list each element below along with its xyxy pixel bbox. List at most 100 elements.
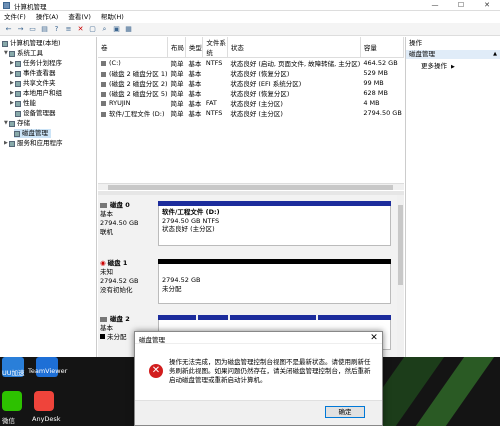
cell-text: 状态良好 (启动, 页面文件, 故障转储, 主分区) <box>230 60 361 68</box>
tree-services[interactable]: ▶ 服务和应用程序 <box>4 139 63 148</box>
table-cell: 状态良好 (恢复分区) <box>227 88 360 98</box>
window-controls: — ☐ ✕ <box>422 0 500 11</box>
users-icon <box>15 90 21 97</box>
folder-icon <box>15 80 21 87</box>
menu-view[interactable]: 查看(V) <box>68 12 91 23</box>
dialog-title-bar: 磁盘管理 ✕ <box>135 332 382 344</box>
column-header[interactable]: 状态 <box>227 37 361 58</box>
table-cell: NTFS <box>203 58 227 69</box>
scrollbar-thumb[interactable] <box>398 205 403 285</box>
rescan-icon[interactable]: ▣ <box>112 25 121 34</box>
volume-list: 卷布局 类型 文件系统 状态 容量 (C:) 简单 基本 NTFS 状态良好 (启动, 页面文件… <box>98 37 405 187</box>
anydesk-icon[interactable] <box>34 391 54 411</box>
cell-text: 简单 <box>170 60 184 68</box>
horizontal-scrollbar[interactable] <box>98 183 404 190</box>
volume-table: 卷布局 类型 文件系统 状态 容量 (C:) 简单 基本 NTFS 状态良好 (启动, 页面文件… <box>98 37 405 118</box>
maximize-icon[interactable]: ☐ <box>448 0 474 11</box>
actions-more[interactable]: 更多操作 ▶ <box>421 62 455 72</box>
tree-system-tools[interactable]: ▼ 系统工具 <box>4 49 43 58</box>
tree-performance[interactable]: ▶ 性能 <box>10 99 36 108</box>
vertical-scrollbar[interactable] <box>397 195 404 357</box>
tools-icon <box>9 50 15 57</box>
cell-text: 简单 <box>170 90 184 98</box>
column-header[interactable]: 文件系统 <box>202 37 228 58</box>
tree-device-manager[interactable]: 设备管理器 <box>15 109 56 118</box>
list-icon[interactable]: ≡ <box>64 25 73 34</box>
chevron-right-icon: ▶ <box>451 64 455 70</box>
table-cell: 简单 <box>168 78 186 88</box>
window-title: 计算机管理 <box>14 3 47 11</box>
forward-icon[interactable]: → <box>16 25 25 34</box>
menu-action[interactable]: 操作(A) <box>36 12 59 23</box>
cell-text: 464.52 GB <box>363 59 398 67</box>
table-row[interactable]: (磁盘 2 磁盘分区 2) 简单 基本 状态良好 (EFI 系统分区) 99 MB <box>98 78 404 88</box>
desktop-label-uu: UU加速 <box>2 369 25 377</box>
unallocated-space[interactable]: 2794.52 GB 未分配 <box>158 264 391 304</box>
tree-event-viewer[interactable]: ▶ 事件查看器 <box>10 69 56 78</box>
ok-button[interactable]: 确定 <box>325 406 365 418</box>
column-header[interactable]: 容量 <box>360 37 405 58</box>
cell-text: 99 MB <box>363 79 384 87</box>
back-icon[interactable]: ← <box>4 25 13 34</box>
disk-1-label[interactable]: ◉ 磁盘 1 未知 2794.52 GB 没有初始化 <box>100 259 155 295</box>
tree-local-users[interactable]: ▶ 本地用户和组 <box>10 89 62 98</box>
table-cell: 基本 <box>185 88 202 98</box>
warning-icon: ◉ <box>100 259 106 267</box>
table-cell: 464.52 GB <box>360 58 403 69</box>
folder-icon[interactable]: ▭ <box>28 25 37 34</box>
table-cell <box>203 88 227 98</box>
column-header[interactable]: 类型 <box>185 37 204 58</box>
open-icon[interactable]: ▢ <box>88 25 97 34</box>
menu-help[interactable]: 帮助(H) <box>101 12 124 23</box>
disk-0-label[interactable]: 磁盘 0 基本 2794.50 GB 联机 <box>100 201 155 237</box>
minimize-icon[interactable]: — <box>422 0 448 11</box>
table-cell: 简单 <box>168 88 186 98</box>
column-header[interactable]: 卷 <box>98 37 169 58</box>
help-icon[interactable]: ? <box>52 25 61 34</box>
menu-bar: 文件(F) 操作(A) 查看(V) 帮助(H) <box>0 12 500 23</box>
search-icon[interactable]: ⌕ <box>100 25 109 34</box>
volume-icon <box>101 91 106 97</box>
close-icon[interactable]: ✕ <box>474 0 500 11</box>
partition-d[interactable]: 软件/工程文件 (D:) 2794.50 GB NTFS 状态良好 (主分区) <box>158 206 391 246</box>
menu-file[interactable]: 文件(F) <box>4 12 26 23</box>
chevron-up-icon: ▲ <box>493 51 497 57</box>
table-row[interactable]: (磁盘 2 磁盘分区 1) 简单 基本 状态良好 (恢复分区) 529 MB <box>98 68 404 78</box>
table-row[interactable]: (C:) 简单 基本 NTFS 状态良好 (启动, 页面文件, 故障转储, 主分区) 46… <box>98 58 404 69</box>
table-row[interactable]: 软件/工程文件 (D:) 简单 基本 NTFS 状态良好 (主分区) 2794.50 GB <box>98 108 404 118</box>
table-row[interactable]: (磁盘 2 磁盘分区 5) 简单 基本 状态良好 (恢复分区) 628 MB <box>98 88 404 98</box>
table-cell: (磁盘 2 磁盘分区 2) <box>98 78 168 88</box>
cell-text: 状态良好 (主分区) <box>230 100 283 108</box>
services-icon <box>9 140 15 147</box>
cell-text: RYUJIN <box>109 99 131 107</box>
close-icon[interactable]: ✕ <box>368 332 380 344</box>
table-cell: 基本 <box>185 68 202 78</box>
table-cell: FAT <box>203 98 227 108</box>
cell-text: (磁盘 2 磁盘分区 2) <box>109 80 168 88</box>
table-cell: 基本 <box>185 78 202 88</box>
cell-text: NTFS <box>205 59 223 67</box>
properties-icon[interactable]: ▤ <box>40 25 49 34</box>
wechat-icon[interactable] <box>2 391 22 411</box>
tree-shared-folders[interactable]: ▶ 共享文件夹 <box>10 79 56 88</box>
volume-icon <box>101 71 106 77</box>
column-header[interactable]: 布局 <box>167 37 186 58</box>
cell-text: 简单 <box>170 100 184 108</box>
cell-text: 简单 <box>170 80 184 88</box>
tree-root[interactable]: 计算机管理(本地) <box>2 39 61 48</box>
disk-icon <box>100 202 107 208</box>
table-cell: NTFS <box>203 108 227 118</box>
tree-disk-management[interactable]: 磁盘管理 <box>14 129 51 138</box>
title-bar: 计算机管理 — ☐ ✕ <box>0 0 500 11</box>
toolbar: ← → ▭ ▤ ? ≡ ✕ ▢ ⌕ ▣ ▦ <box>0 23 500 36</box>
actions-disk-management[interactable]: 磁盘管理 ▲ <box>406 50 500 59</box>
table-row[interactable]: RYUJIN 简单 基本 FAT 状态良好 (主分区) 4 MB <box>98 98 404 108</box>
cell-text: 基本 <box>188 60 202 68</box>
tree-task-scheduler[interactable]: ▶ 任务计划程序 <box>10 59 62 68</box>
tree-storage[interactable]: ▼ 存储 <box>4 119 30 128</box>
view-icon[interactable]: ▦ <box>124 25 133 34</box>
table-cell: 628 MB <box>360 88 403 98</box>
scrollbar-thumb[interactable] <box>108 185 393 190</box>
delete-icon[interactable]: ✕ <box>76 25 85 34</box>
event-icon <box>15 70 21 77</box>
